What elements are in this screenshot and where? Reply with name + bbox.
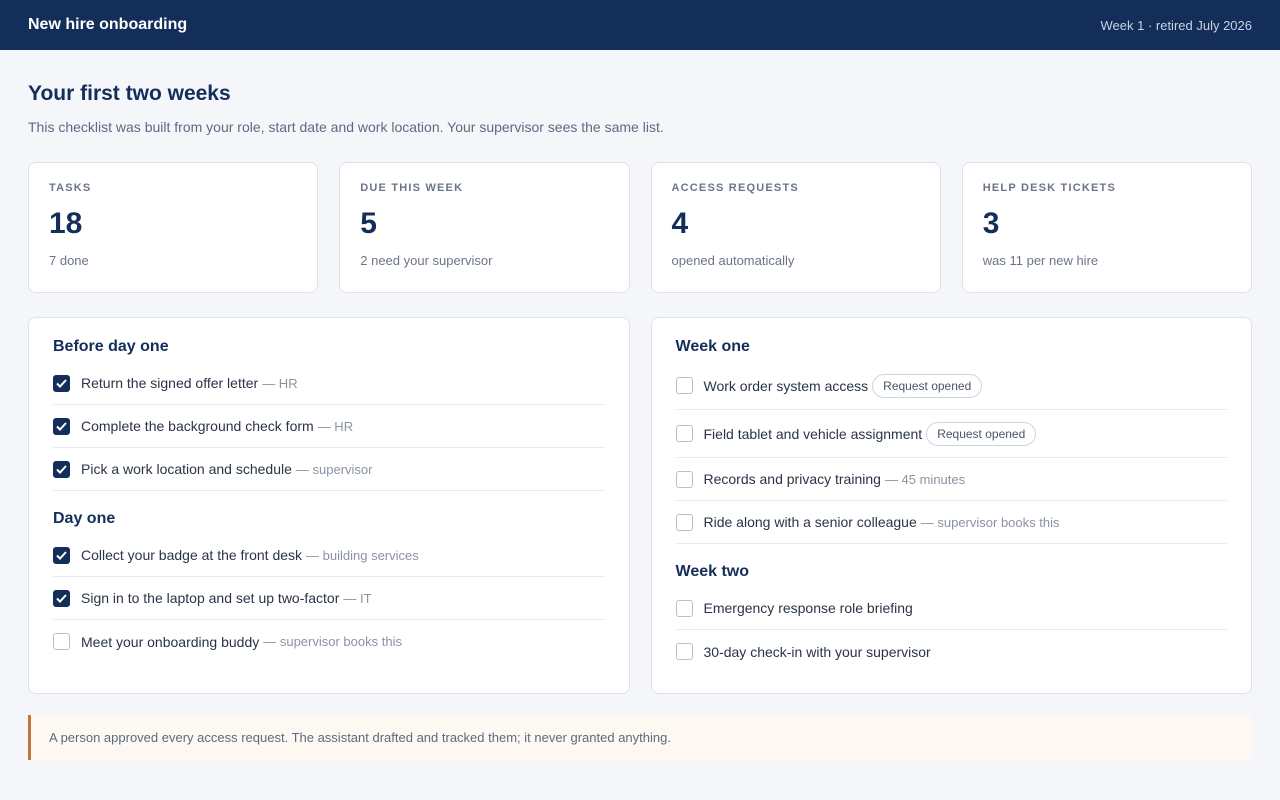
checkbox-checked[interactable]: [53, 589, 70, 607]
approval-notice: A person approved every access request. …: [28, 715, 1252, 760]
task-item[interactable]: Meet your onboarding buddy — supervisor …: [53, 620, 605, 663]
stat-card-tasks: TASKS 18 7 done: [28, 162, 319, 293]
header-meta: Week 1 · retired July 2026: [1100, 17, 1253, 33]
checkbox-unchecked[interactable]: [675, 377, 693, 394]
task-label: Emergency response role briefing: [703, 600, 913, 616]
stat-label: ACCESS REQUESTS: [671, 182, 799, 194]
task-item[interactable]: Ride along with a senior colleague — sup…: [675, 501, 1227, 544]
task-item[interactable]: Pick a work location and schedule — supe…: [53, 448, 605, 491]
task-label: Ride along with a senior colleague: [703, 514, 917, 530]
checkbox-unchecked[interactable]: [675, 470, 693, 488]
stat-value: 18: [49, 207, 83, 240]
task-label: 30-day check-in with your supervisor: [703, 643, 931, 660]
task-note: — supervisor books this: [263, 634, 402, 649]
request-opened-badge: Request opened: [872, 373, 983, 398]
task-item[interactable]: Sign in to the laptop and set up two-fac…: [53, 577, 605, 620]
task-label: Complete the background check form: [81, 418, 314, 434]
task-note: — IT: [343, 590, 372, 606]
stat-sub: 2 need your supervisor: [360, 253, 493, 268]
task-item[interactable]: Field tablet and vehicle assignment Requ…: [675, 410, 1227, 458]
request-opened-badge: Request opened: [926, 421, 1037, 446]
task-label: Field tablet and vehicle assignment: [703, 425, 923, 442]
stat-card-help-desk-tickets: HELP DESK TICKETS 3 was 11 per new hire: [961, 162, 1252, 293]
checkmark-icon: [56, 378, 67, 388]
section-title-before-day-one: Before day one: [53, 338, 169, 355]
checkbox-unchecked[interactable]: [675, 643, 693, 660]
page-title: Your first two weeks: [28, 82, 231, 105]
top-bar: New hire onboarding Week 1 · retired Jul…: [0, 0, 1280, 50]
stat-card-due-this-week: DUE THIS WEEK 5 2 need your supervisor: [339, 162, 630, 293]
main-content: Your first two weeks This checklist was …: [0, 82, 1280, 760]
task-item[interactable]: Records and privacy training — 45 minute…: [675, 458, 1227, 501]
task-note: — HR: [262, 375, 298, 391]
stat-value: 3: [982, 207, 1000, 240]
section-title-week-two: Week two: [675, 563, 750, 580]
task-note: — supervisor books this: [920, 514, 1060, 530]
checkmark-icon: [56, 550, 67, 560]
checkbox-checked[interactable]: [53, 417, 70, 435]
stat-value: 5: [360, 207, 377, 240]
app-title: New hire onboarding: [28, 16, 188, 33]
checkmark-icon: [56, 593, 67, 603]
task-item[interactable]: 30-day check-in with your supervisor: [675, 630, 1228, 673]
section-title-day-one: Day one: [53, 510, 116, 527]
checkbox-unchecked[interactable]: [53, 633, 70, 650]
checkbox-checked[interactable]: [53, 460, 70, 478]
task-label: Records and privacy training: [703, 471, 881, 487]
task-item[interactable]: Emergency response role briefing: [675, 587, 1227, 630]
task-label: Meet your onboarding buddy: [81, 633, 260, 650]
stat-label: TASKS: [49, 182, 92, 194]
task-item[interactable]: Complete the background check form — HR: [53, 405, 605, 448]
stat-sub: 7 done: [49, 253, 89, 268]
page-intro: This checklist was built from your role,…: [28, 119, 664, 135]
task-note: — HR: [317, 418, 354, 434]
checkbox-unchecked[interactable]: [675, 599, 693, 617]
stat-label: DUE THIS WEEK: [360, 182, 464, 194]
task-item[interactable]: Collect your badge at the front desk — b…: [53, 534, 605, 577]
checkbox-checked[interactable]: [53, 374, 70, 392]
task-label: Sign in to the laptop and set up two-fac…: [81, 590, 340, 606]
stat-sub: was 11 per new hire: [982, 253, 1099, 268]
stat-card-access-requests: ACCESS REQUESTS 4 opened automatically: [650, 162, 941, 293]
stats-row: TASKS 18 7 done DUE THIS WEEK 5 2 need y…: [28, 162, 1252, 293]
task-label: Work order system access: [703, 377, 869, 394]
task-label: Collect your badge at the front desk: [81, 547, 303, 563]
task-label: Pick a work location and schedule: [81, 461, 292, 477]
checkmark-icon: [56, 421, 67, 431]
checklist-columns: Before day one Return the signed offer l…: [28, 317, 1252, 694]
checkbox-checked[interactable]: [53, 546, 70, 564]
task-label: Return the signed offer letter: [81, 375, 259, 391]
checklist-panel-right: Week one Work order system access Reques…: [650, 317, 1252, 694]
section-title-week-one: Week one: [675, 338, 750, 355]
task-note: — building services: [306, 547, 419, 563]
task-note: — 45 minutes: [884, 471, 966, 487]
task-item[interactable]: Return the signed offer letter — HR: [53, 362, 605, 405]
checklist-panel-left: Before day one Return the signed offer l…: [28, 317, 630, 694]
checkbox-unchecked[interactable]: [675, 425, 693, 442]
task-item[interactable]: Work order system access Request opened: [675, 362, 1227, 410]
checkmark-icon: [56, 464, 67, 474]
stat-sub: opened automatically: [671, 253, 795, 268]
task-note: — supervisor: [295, 461, 373, 477]
stat-value: 4: [671, 207, 689, 240]
stat-label: HELP DESK TICKETS: [982, 182, 1117, 194]
checkbox-unchecked[interactable]: [675, 513, 693, 531]
